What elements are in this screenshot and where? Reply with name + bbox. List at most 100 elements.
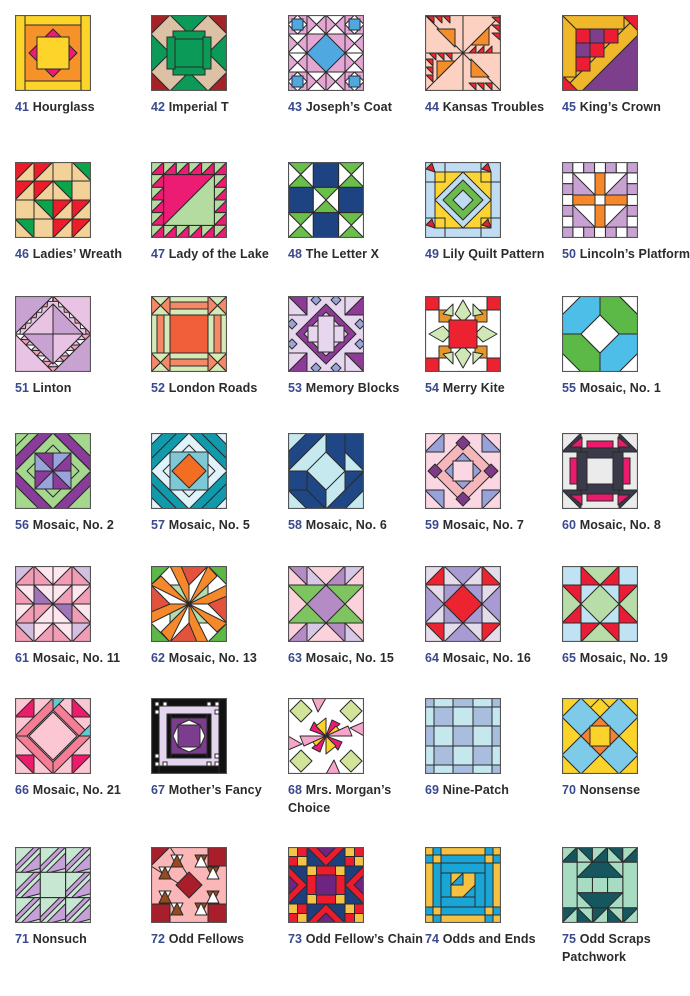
block-name: Nonsense — [579, 783, 641, 797]
block-name: Lady of the Lake — [168, 247, 269, 261]
quilt-block-illustration — [288, 15, 364, 91]
quilt-block-svg — [562, 698, 638, 774]
quilt-block-caption: 44 Kansas Troubles — [425, 99, 560, 117]
block-number: 49 — [425, 247, 440, 261]
quilt-block-caption: 56 Mosaic, No. 2 — [15, 517, 150, 535]
quilt-block-caption: 53 Memory Blocks — [288, 380, 423, 398]
block-number: 54 — [425, 381, 440, 395]
block-name: Mosaic, No. 19 — [579, 651, 668, 665]
block-number: 44 — [425, 100, 440, 114]
quilt-block-svg — [151, 847, 227, 923]
quilt-block-illustration — [288, 296, 364, 372]
block-name: Odd Fellow’s Chain — [305, 932, 424, 946]
block-number: 47 — [151, 247, 166, 261]
block-name: Mosaic, No. 15 — [305, 651, 394, 665]
quilt-block-caption: 48 The Letter X — [288, 246, 423, 264]
block-number: 62 — [151, 651, 166, 665]
quilt-block-svg — [425, 847, 501, 923]
block-number: 58 — [288, 518, 303, 532]
quilt-block-caption: 71 Nonsuch — [15, 931, 150, 949]
quilt-block-caption: 75 Odd Scraps Patchwork — [562, 931, 690, 966]
quilt-block-caption: 68 Mrs. Morgan’s Choice — [288, 782, 423, 817]
block-number: 67 — [151, 783, 166, 797]
block-number: 45 — [562, 100, 577, 114]
block-name: Joseph’s Coat — [305, 100, 392, 114]
quilt-block-illustration — [288, 162, 364, 238]
quilt-block-svg — [288, 847, 364, 923]
quilt-block-svg — [562, 162, 638, 238]
quilt-block-caption: 51 Linton — [15, 380, 150, 398]
quilt-block-svg — [288, 296, 364, 372]
quilt-block-illustration — [562, 433, 638, 509]
block-name: Mosaic, No. 7 — [442, 518, 524, 532]
quilt-block-caption: 62 Mosaic, No. 13 — [151, 650, 286, 668]
block-name: Nine-Patch — [442, 783, 509, 797]
quilt-block-svg — [15, 433, 91, 509]
block-name: Odd Fellows — [168, 932, 245, 946]
block-number: 75 — [562, 932, 577, 946]
block-name: Merry Kite — [442, 381, 505, 395]
block-number: 56 — [15, 518, 30, 532]
block-number: 51 — [15, 381, 30, 395]
quilt-block-caption: 50 Lincoln’s Platform — [562, 246, 690, 264]
quilt-block-caption: 64 Mosaic, No. 16 — [425, 650, 560, 668]
quilt-block-illustration — [151, 433, 227, 509]
quilt-block-caption: 57 Mosaic, No. 5 — [151, 517, 286, 535]
block-number: 63 — [288, 651, 303, 665]
block-number: 70 — [562, 783, 577, 797]
quilt-block-grid: 41 Hourglass 42 Imperial T 43 Joseph’s Coa… — [0, 0, 690, 996]
quilt-block-illustration — [151, 566, 227, 642]
quilt-block-svg — [151, 433, 227, 509]
quilt-block-svg — [562, 566, 638, 642]
quilt-block-caption: 46 Ladies’ Wreath — [15, 246, 150, 264]
quilt-block-illustration — [15, 15, 91, 91]
block-name: Mosaic, No. 5 — [168, 518, 250, 532]
block-number: 52 — [151, 381, 166, 395]
quilt-block-illustration — [425, 15, 501, 91]
block-number: 66 — [15, 783, 30, 797]
quilt-block-svg — [151, 15, 227, 91]
quilt-block-svg — [562, 296, 638, 372]
block-number: 42 — [151, 100, 166, 114]
quilt-block-svg — [15, 15, 91, 91]
quilt-block-illustration — [425, 698, 501, 774]
quilt-block-svg — [288, 15, 364, 91]
quilt-block-caption: 63 Mosaic, No. 15 — [288, 650, 423, 668]
block-name: Mosaic, No. 21 — [32, 783, 121, 797]
quilt-block-illustration — [562, 162, 638, 238]
block-number: 73 — [288, 932, 303, 946]
quilt-block-illustration — [562, 566, 638, 642]
quilt-block-illustration — [15, 433, 91, 509]
quilt-block-caption: 41 Hourglass — [15, 99, 150, 117]
block-number: 53 — [288, 381, 303, 395]
quilt-block-svg — [288, 698, 364, 774]
block-name: Mrs. Morgan’s Choice — [288, 783, 392, 815]
quilt-block-caption: 73 Odd Fellow’s Chain — [288, 931, 423, 949]
quilt-block-svg — [288, 162, 364, 238]
block-number: 60 — [562, 518, 577, 532]
quilt-block-caption: 52 London Roads — [151, 380, 286, 398]
quilt-block-illustration — [151, 698, 227, 774]
quilt-block-illustration — [151, 15, 227, 91]
block-name: Mosaic, No. 2 — [32, 518, 114, 532]
quilt-block-caption: 67 Mother’s Fancy — [151, 782, 286, 800]
block-name: Odds and Ends — [442, 932, 536, 946]
block-name: The Letter X — [305, 247, 380, 261]
quilt-block-illustration — [15, 566, 91, 642]
quilt-block-svg — [425, 566, 501, 642]
block-number: 46 — [15, 247, 30, 261]
quilt-block-svg — [15, 698, 91, 774]
quilt-block-caption: 55 Mosaic, No. 1 — [562, 380, 690, 398]
quilt-block-svg — [425, 433, 501, 509]
quilt-block-svg — [151, 162, 227, 238]
quilt-block-svg — [15, 847, 91, 923]
quilt-block-caption: 59 Mosaic, No. 7 — [425, 517, 560, 535]
quilt-block-svg — [425, 296, 501, 372]
block-number: 72 — [151, 932, 166, 946]
quilt-block-illustration — [562, 698, 638, 774]
quilt-block-illustration — [151, 162, 227, 238]
quilt-block-caption: 72 Odd Fellows — [151, 931, 286, 949]
block-number: 65 — [562, 651, 577, 665]
block-number: 71 — [15, 932, 30, 946]
quilt-block-caption: 69 Nine-Patch — [425, 782, 560, 800]
